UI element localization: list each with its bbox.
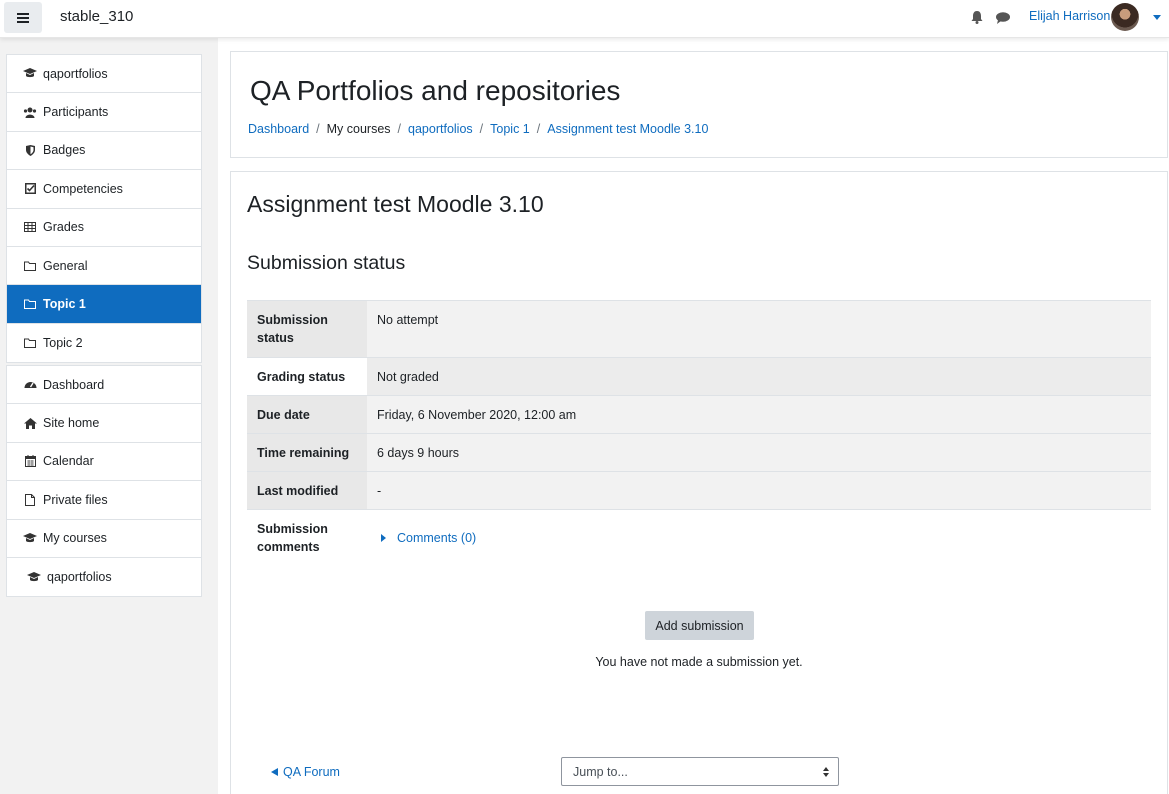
submission-status-table: Submission status No attempt Grading stat… [247,300,1151,567]
drawer-item-label: qaportfolios [43,66,108,81]
caret-left-icon [271,768,278,776]
drawer-item-label: My courses [43,531,107,546]
row-value: No attempt [367,300,1151,358]
drawer-item-label: Topic 1 [43,297,86,312]
row-label: Due date [247,395,367,434]
folder-icon [23,338,37,348]
drawer-item-calendar[interactable]: Calendar [7,443,201,482]
drawer-item-topic-1[interactable]: Topic 1 [7,285,201,324]
folder-icon [23,261,37,271]
graduation-cap-icon [27,571,41,583]
drawer-item-grades[interactable]: Grades [7,209,201,247]
drawer-item-label: Participants [43,105,109,120]
graduation-cap-icon [23,68,37,79]
page-header: QA Portfolios and repositories Dashboard… [230,51,1168,158]
drawer-item-badges[interactable]: Badges [7,132,201,171]
nav-drawer: qaportfolios Participants Badges Compete… [0,38,218,794]
drawer-item-label: Calendar [43,454,94,469]
breadcrumb-separator: / [316,122,320,136]
chat-icon[interactable] [996,12,1010,27]
shield-icon [23,144,37,156]
no-submission-text: You have not made a submission yet. [595,655,803,669]
prev-activity-link[interactable]: QA Forum [271,765,340,779]
comments-toggle-link[interactable]: Comments (0) [377,531,476,545]
table-row: Time remaining 6 days 9 hours [247,433,1151,472]
navbar: stable_310 Elijah Harrison [0,0,1169,38]
breadcrumb-separator: / [536,122,541,136]
breadcrumb-my-courses: My courses [326,122,391,136]
bell-icon[interactable] [971,11,983,27]
check-square-icon [23,183,37,195]
drawer-item-label: Private files [43,492,108,507]
drawer-item-label: Competencies [43,181,123,196]
add-submission-button[interactable]: Add submission [645,611,754,640]
table-row: Last modified - [247,471,1151,510]
calendar-icon [23,455,37,468]
page-title: QA Portfolios and repositories [250,75,621,106]
row-value: 6 days 9 hours [367,433,1151,472]
drawer-item-participants[interactable]: Participants [7,93,201,132]
avatar[interactable] [1111,3,1139,31]
user-menu-name[interactable]: Elijah Harrison [1029,9,1110,23]
row-value: Comments (0) [367,509,1151,567]
row-label: Submission comments [247,509,367,567]
drawer-item-label: Badges [43,143,86,158]
breadcrumb-separator: / [479,122,484,136]
drawer-item-competencies[interactable]: Competencies [7,170,201,209]
breadcrumb-topic-1[interactable]: Topic 1 [490,122,530,136]
comments-label: Comments (0) [397,531,477,546]
caret-right-icon [381,534,386,543]
jump-to-select[interactable]: Jump to... [561,757,839,786]
drawer-item-site-home[interactable]: Site home [7,404,201,443]
assignment-title: Assignment test Moodle 3.10 [247,191,544,217]
row-label: Grading status [247,357,367,396]
drawer-item-topic-2[interactable]: Topic 2 [7,324,201,362]
table-row: Submission comments Comments (0) [247,509,1151,567]
drawer-toggle-button[interactable] [4,2,42,33]
file-icon [23,493,37,506]
home-icon [23,417,37,429]
row-label: Last modified [247,471,367,510]
course-nav-group: qaportfolios Participants Badges Compete… [6,54,202,364]
drawer-item-dashboard[interactable]: Dashboard [7,366,201,405]
table-row: Due date Friday, 6 November 2020, 12:00 … [247,395,1151,434]
submission-status-heading: Submission status [247,252,406,274]
site-nav-group: Dashboard Site home Calendar Private fil… [6,365,202,598]
tachometer-icon [23,379,37,390]
chevron-down-icon[interactable] [1153,15,1161,20]
drawer-item-label: Topic 2 [43,335,83,350]
hamburger-icon [17,12,29,23]
table-row: Submission status No attempt [247,300,1151,358]
users-icon [23,107,37,118]
drawer-item-private-files[interactable]: Private files [7,481,201,520]
drawer-item-label: qaportfolios [47,570,112,585]
table-row: Grading status Not graded [247,357,1151,396]
drawer-item-label: Grades [43,220,84,235]
select-arrows-icon [823,767,829,777]
table-icon [23,222,37,233]
main-content: Assignment test Moodle 3.10 Submission s… [230,171,1168,794]
site-name-link[interactable]: stable_310 [60,8,133,25]
drawer-item-qaportfolios[interactable]: qaportfolios [7,55,201,94]
breadcrumb-assignment[interactable]: Assignment test Moodle 3.10 [547,122,708,136]
row-value: Not graded [367,357,1151,396]
row-label: Submission status [247,300,367,358]
row-value: Friday, 6 November 2020, 12:00 am [367,395,1151,434]
breadcrumb-separator: / [397,122,402,136]
drawer-item-label: Dashboard [43,377,105,392]
breadcrumb: Dashboard / My courses / qaportfolios / … [248,122,708,136]
drawer-item-qaportfolios-course[interactable]: qaportfolios [7,558,201,596]
drawer-item-my-courses[interactable]: My courses [7,520,201,558]
drawer-item-label: Site home [43,416,100,431]
prev-activity-label: QA Forum [283,765,340,779]
folder-icon [23,299,37,310]
breadcrumb-dashboard[interactable]: Dashboard [248,122,309,136]
row-label: Time remaining [247,433,367,472]
jump-to-value: Jump to... [573,764,628,779]
row-value: - [367,471,1151,510]
drawer-item-general[interactable]: General [7,247,201,286]
breadcrumb-qaportfolios[interactable]: qaportfolios [408,122,473,136]
graduation-cap-icon [23,532,37,544]
drawer-item-label: General [43,258,88,273]
